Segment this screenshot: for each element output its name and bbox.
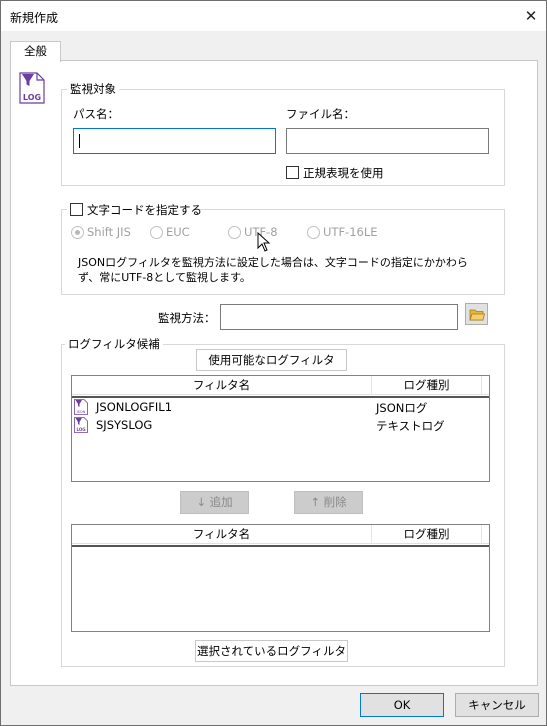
path-label: パス名： bbox=[73, 107, 119, 121]
cancel-button[interactable]: キャンセル bbox=[455, 693, 539, 717]
row-filter-name: JSONLOGFIL1 bbox=[96, 400, 173, 414]
folder-icon bbox=[469, 309, 485, 321]
json-icon-text: JSON bbox=[76, 410, 86, 414]
available-list-header: フィルタ名 ログ種別 bbox=[72, 376, 489, 395]
regex-label: 正規表現を使用 bbox=[303, 166, 384, 180]
close-icon[interactable]: ✕ bbox=[519, 4, 543, 28]
log-small-icon-text: LOG bbox=[76, 427, 85, 432]
radio-shift-jis[interactable] bbox=[71, 226, 84, 239]
encoding-checkbox[interactable] bbox=[70, 203, 83, 216]
radio-euc[interactable] bbox=[150, 226, 163, 239]
add-filter-button[interactable]: ↓ 追加 bbox=[180, 491, 249, 514]
remove-filter-button[interactable]: ↑ 削除 bbox=[294, 491, 363, 514]
tab-available-filters[interactable]: 使用可能なログフィルタ bbox=[196, 349, 347, 371]
table-row[interactable]: LOG SJSYSLOG テキストログ bbox=[72, 416, 489, 434]
log-filter-legend: ログフィルタ候補 bbox=[65, 337, 163, 351]
row-log-type: テキストログ bbox=[376, 419, 445, 433]
window-title: 新規作成 bbox=[10, 11, 59, 25]
log-file-icon: LOG bbox=[19, 72, 45, 104]
column-log-type[interactable]: ログ種別 bbox=[372, 525, 482, 544]
regex-checkbox[interactable] bbox=[286, 166, 299, 179]
encoding-checkbox-label: 文字コードを指定する bbox=[87, 203, 202, 217]
column-filter-name[interactable]: フィルタ名 bbox=[72, 376, 372, 395]
radio-utf16le-label: UTF-16LE bbox=[323, 225, 378, 239]
encoding-note: JSONログフィルタを監視方法に設定した場合は、文字コードの指定にかかわらず、常… bbox=[78, 256, 468, 284]
row-filter-name: SJSYSLOG bbox=[96, 418, 153, 432]
column-filter-name[interactable]: フィルタ名 bbox=[72, 525, 372, 544]
file-name-label: ファイル名： bbox=[286, 107, 355, 121]
row-log-type: JSONログ bbox=[376, 401, 428, 415]
tab-general[interactable]: 全般 bbox=[10, 41, 61, 62]
header-divider bbox=[72, 545, 489, 547]
tab-selected-filters[interactable]: 選択されているログフィルタ bbox=[195, 640, 348, 662]
radio-shift-jis-label: Shift JIS bbox=[87, 225, 131, 239]
dialog-window: 新規作成 ✕ 全般 LOG 監視対象 パス名： ファイル名： 正規表現を使用 文… bbox=[0, 0, 547, 726]
selected-list-header: フィルタ名 ログ種別 bbox=[72, 525, 489, 544]
text-caret bbox=[79, 134, 80, 148]
path-input[interactable] bbox=[73, 128, 276, 154]
browse-button[interactable] bbox=[465, 303, 488, 325]
radio-utf16le[interactable] bbox=[307, 226, 320, 239]
available-filter-list: フィルタ名 ログ種別 JSON JSONLOGFIL1 JSONログ LOG S… bbox=[71, 375, 490, 482]
monitor-target-legend: 監視対象 bbox=[67, 82, 119, 96]
file-name-input[interactable] bbox=[286, 128, 489, 154]
mouse-cursor-icon bbox=[257, 232, 271, 252]
encoding-legend: 文字コードを指定する bbox=[67, 201, 202, 217]
json-log-icon: JSON bbox=[74, 399, 88, 415]
method-input[interactable] bbox=[220, 304, 458, 330]
log-icon-text: LOG bbox=[23, 93, 41, 102]
log-icon: LOG bbox=[74, 417, 88, 433]
radio-utf8[interactable] bbox=[228, 226, 241, 239]
ok-button[interactable]: OK bbox=[360, 693, 444, 717]
method-label: 監視方法： bbox=[158, 311, 216, 325]
column-log-type[interactable]: ログ種別 bbox=[372, 376, 482, 395]
selected-filter-list: フィルタ名 ログ種別 bbox=[71, 524, 490, 632]
radio-euc-label: EUC bbox=[166, 225, 190, 239]
title-bar: 新規作成 ✕ bbox=[1, 1, 546, 31]
table-row[interactable]: JSON JSONLOGFIL1 JSONログ bbox=[72, 398, 489, 416]
